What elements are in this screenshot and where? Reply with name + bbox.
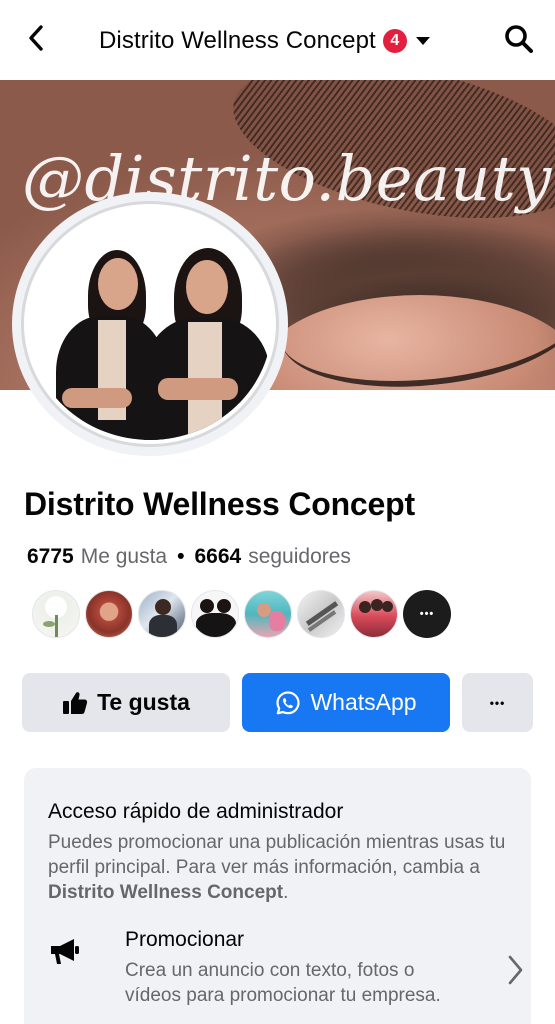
follower-avatar[interactable] [32, 590, 80, 638]
profile-avatar[interactable] [12, 192, 288, 456]
whatsapp-button[interactable]: WhatsApp [242, 673, 450, 732]
chevron-right-icon [503, 950, 527, 990]
admin-card-title: Acceso rápido de administrador [48, 800, 344, 823]
admin-card-desc-end: . [283, 882, 289, 903]
chevron-left-icon [26, 24, 46, 57]
page-switcher[interactable]: Distrito Wellness Concept 4 [99, 24, 430, 58]
followers-label[interactable]: seguidores [248, 545, 351, 569]
profile-photo [24, 204, 276, 444]
whatsapp-icon [275, 690, 301, 716]
like-button[interactable]: Te gusta [22, 673, 230, 732]
action-buttons: Te gusta WhatsApp ••• [22, 673, 533, 732]
admin-quick-access-card: Acceso rápido de administrador Puedes pr… [24, 768, 531, 1024]
likes-count: 6775 [27, 545, 74, 568]
followers-count: 6664 [194, 545, 242, 568]
search-icon [503, 23, 535, 60]
follower-avatar[interactable] [138, 590, 186, 638]
follower-avatar[interactable] [350, 590, 398, 638]
more-dots-icon: ••• [419, 608, 435, 620]
admin-card-description: Puedes promocionar una publicación mient… [48, 830, 518, 905]
likes-label: Me gusta [80, 545, 168, 568]
thumbs-up-icon [62, 691, 88, 715]
follower-avatar[interactable] [191, 590, 239, 638]
admin-card-desc-text: Puedes promocionar una publicación mient… [48, 832, 506, 878]
notification-badge: 4 [382, 29, 407, 53]
follower-avatar[interactable] [297, 590, 345, 638]
follower-avatars: ••• [32, 590, 456, 638]
person-right-illustration [144, 248, 272, 440]
page-title: Distrito Wellness Concept [99, 27, 376, 54]
back-button[interactable] [20, 24, 52, 56]
follower-avatar[interactable] [85, 590, 133, 638]
more-dots-icon: ••• [489, 695, 506, 710]
follower-avatar[interactable] [244, 590, 292, 638]
caret-down-icon [415, 37, 430, 45]
like-button-label: Te gusta [97, 689, 190, 715]
promote-title: Promocionar [125, 928, 245, 951]
promote-row[interactable]: Promocionar Crea un anuncio con texto, f… [48, 928, 531, 1018]
top-bar: Distrito Wellness Concept 4 [0, 0, 555, 80]
promote-description: Crea un anuncio con texto, fotos o vídeo… [125, 960, 441, 1006]
stats-separator: • [177, 545, 185, 568]
page-name: Distrito Wellness Concept [24, 486, 415, 522]
switch-page-link[interactable]: Distrito Wellness Concept [48, 882, 283, 903]
more-followers-button[interactable]: ••• [403, 590, 451, 638]
whatsapp-button-label: WhatsApp [310, 689, 417, 715]
more-options-button[interactable]: ••• [462, 673, 533, 732]
page-stats: 6775 Me gusta • 6664 seguidores [27, 545, 351, 569]
search-button[interactable] [500, 22, 538, 60]
megaphone-icon [48, 934, 82, 968]
